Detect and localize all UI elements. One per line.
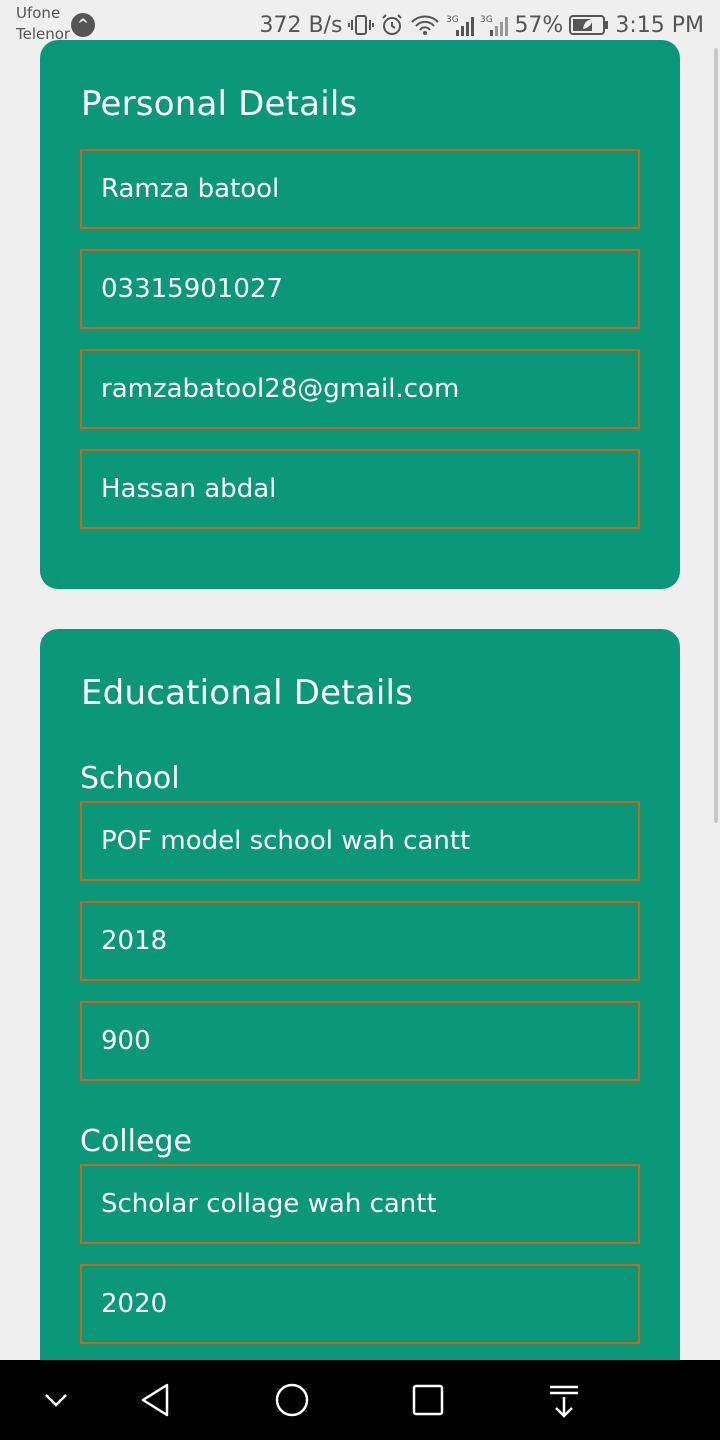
scrollbar[interactable] — [714, 48, 718, 823]
navigation-bar — [0, 1360, 720, 1440]
school-marks-field[interactable]: 900 — [80, 1001, 640, 1081]
school-year-field[interactable]: 2018 — [80, 901, 640, 981]
status-indicators: 372 B/s 3G 3G 57% 3:15 PM — [259, 10, 704, 40]
personal-details-card: Personal Details Ramza batool 0331590102… — [40, 40, 680, 589]
signal-3g-icon: 3G — [446, 13, 475, 37]
svg-text:3G: 3G — [446, 15, 459, 25]
carrier-1: Ufone — [16, 4, 61, 22]
app-notification-icon: ^ — [71, 13, 95, 37]
vibrate-icon — [348, 13, 375, 37]
signal-3g-icon: 3G — [480, 13, 509, 37]
collapse-icon[interactable] — [36, 1380, 76, 1420]
educational-details-card: Educational Details School POF model sch… — [40, 629, 680, 1389]
email-field[interactable]: ramzabatool28@gmail.com — [80, 349, 640, 429]
clock: 3:15 PM — [615, 12, 704, 38]
name-field[interactable]: Ramza batool — [80, 149, 640, 229]
home-icon[interactable] — [272, 1380, 312, 1420]
college-year-field[interactable]: 2020 — [80, 1264, 640, 1344]
school-name-field[interactable]: POF model school wah cantt — [80, 801, 640, 881]
notification-pulldown-icon[interactable] — [544, 1380, 584, 1420]
school-label: School — [80, 761, 180, 796]
college-name-field[interactable]: Scholar collage wah cantt — [80, 1164, 640, 1244]
phone-field[interactable]: 03315901027 — [80, 249, 640, 329]
educational-details-title: Educational Details — [81, 673, 414, 713]
battery-saver-icon — [569, 14, 609, 36]
svg-text:3G: 3G — [480, 15, 493, 25]
alarm-icon — [380, 13, 404, 37]
net-speed: 372 B/s — [259, 12, 343, 38]
carrier-names: Ufone Telenor — [16, 3, 70, 45]
college-label: College — [80, 1124, 192, 1159]
back-icon[interactable] — [136, 1380, 176, 1420]
recents-icon[interactable] — [408, 1380, 448, 1420]
personal-details-title: Personal Details — [81, 84, 358, 124]
wifi-icon — [410, 14, 440, 36]
address-field[interactable]: Hassan abdal — [80, 449, 640, 529]
battery-percent: 57% — [514, 12, 564, 38]
